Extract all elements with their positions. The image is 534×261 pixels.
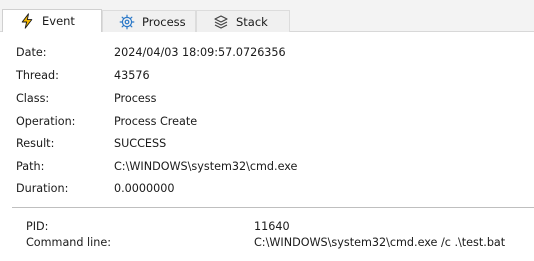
path-label: Path: [16, 160, 45, 173]
command-line-value: C:\WINDOWS\system32\cmd.exe /c .\test.ba… [254, 236, 506, 249]
result-label: Result: [16, 137, 55, 150]
tab-event[interactable]: Event [2, 9, 102, 32]
class-label: Class: [16, 92, 50, 105]
command-line-label: Command line: [26, 236, 112, 249]
tab-process[interactable]: Process [102, 10, 196, 32]
duration-value: 0.0000000 [114, 182, 175, 195]
thread-label: Thread: [16, 69, 59, 82]
tab-event-label: Event [42, 14, 75, 28]
thread-value: 43576 [114, 69, 150, 82]
date-value: 2024/04/03 18:09:57.0726356 [114, 46, 286, 59]
pid-label: PID: [26, 220, 49, 233]
class-value: Process [114, 92, 157, 105]
lightning-icon [19, 13, 35, 29]
gear-icon [119, 14, 135, 30]
section-divider [12, 207, 534, 208]
operation-label: Operation: [16, 115, 76, 128]
tab-process-label: Process [142, 14, 186, 29]
duration-label: Duration: [16, 182, 69, 195]
pid-value: 11640 [254, 220, 290, 233]
stack-layers-icon [213, 14, 229, 30]
tab-stack[interactable]: Stack [196, 10, 290, 32]
tab-stack-label: Stack [236, 14, 268, 29]
path-value: C:\WINDOWS\system32\cmd.exe [114, 160, 298, 173]
operation-value: Process Create [114, 115, 198, 128]
result-value: SUCCESS [114, 137, 167, 150]
tab-strip: Event Process Stack [0, 0, 534, 32]
date-label: Date: [16, 46, 47, 59]
